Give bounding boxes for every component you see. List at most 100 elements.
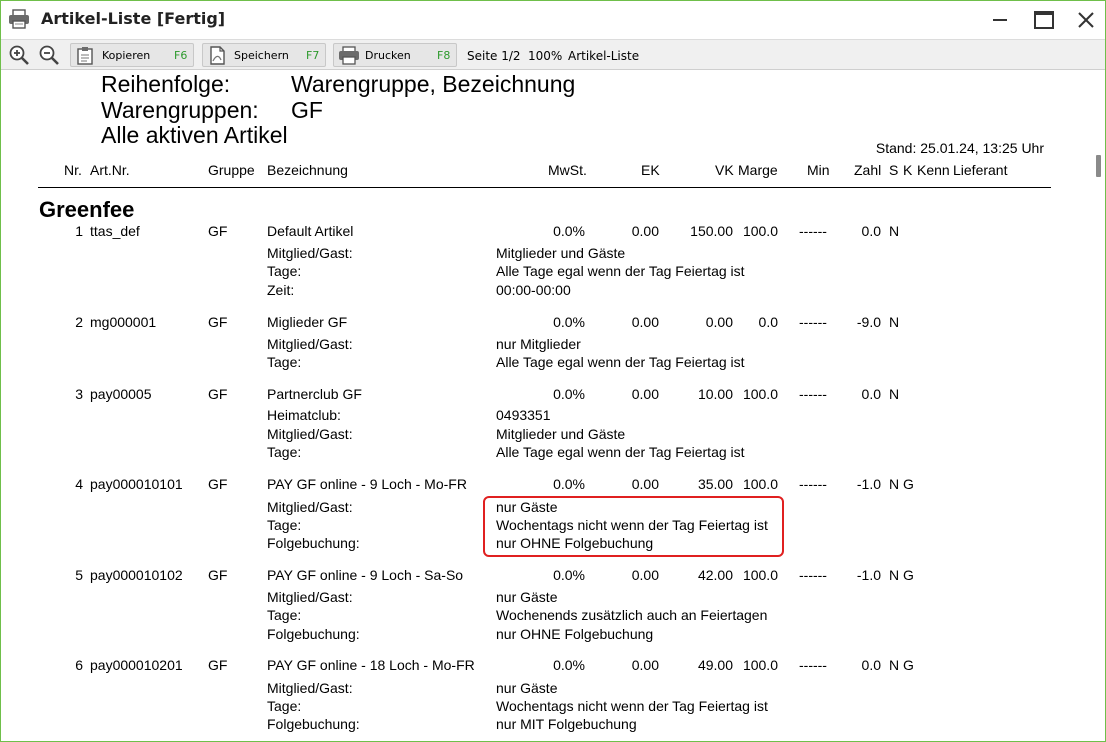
detail-value: Alle Tage egal wenn der Tag Feiertag ist xyxy=(496,263,745,279)
copy-shortcut: F6 xyxy=(174,49,188,62)
print-button[interactable]: Drucken F8 xyxy=(333,43,457,67)
toolbar: Kopieren F6 Speichern F7 Drucken F8 Seit… xyxy=(1,39,1105,70)
item-mwst: 0.0% xyxy=(553,223,585,239)
detail-value: nur Mitglieder xyxy=(496,336,581,352)
item-marge: 100.0 xyxy=(742,223,778,239)
item-gruppe: GF xyxy=(208,476,228,492)
item-gruppe: GF xyxy=(208,386,228,402)
save-shortcut: F7 xyxy=(306,49,320,62)
minimize-button[interactable] xyxy=(983,5,1017,35)
clipboard-icon xyxy=(75,46,95,65)
scrollbar-thumb[interactable] xyxy=(1096,155,1101,177)
item-vk: 0.00 xyxy=(705,314,733,330)
item-mwst: 0.0% xyxy=(553,386,585,402)
filter-text: Alle aktiven Artikel xyxy=(101,122,288,148)
item-zahl: -1.0 xyxy=(856,476,881,492)
item-s: N xyxy=(889,567,900,583)
printer-icon xyxy=(8,9,30,29)
item-zahl: -9.0 xyxy=(856,314,881,330)
detail-value: Mitglieder und Gäste xyxy=(496,245,626,261)
item-marge: 100.0 xyxy=(742,567,778,583)
item-marge: 100.0 xyxy=(742,657,778,673)
detail-label: Tage: xyxy=(267,354,302,370)
close-button[interactable] xyxy=(1069,5,1103,35)
col-ek: EK xyxy=(641,162,660,178)
save-button[interactable]: Speichern F7 xyxy=(202,43,326,67)
report-page: Reihenfolge: Warengruppe, Bezeichnung Wa… xyxy=(1,71,1105,741)
report-window: Artikel-Liste [Fertig] Kopieren F6 Speic… xyxy=(0,0,1106,742)
detail-value: nur Gäste xyxy=(496,589,558,605)
col-kenn: Kenn xyxy=(917,162,950,178)
item-nr: 1 xyxy=(75,223,83,239)
timestamp: Stand: 25.01.24, 13:25 Uhr xyxy=(875,140,1044,156)
col-marge: Marge xyxy=(738,162,778,178)
item-ek: 0.00 xyxy=(631,314,659,330)
col-bezeichnung: Bezeichnung xyxy=(267,162,348,178)
detail-label: Folgebuchung: xyxy=(267,535,360,551)
title-bar: Artikel-Liste [Fertig] xyxy=(1,1,1105,39)
col-lieferant: Lieferant xyxy=(953,162,1008,178)
col-artnr: Art.Nr. xyxy=(90,162,130,178)
item-vk: 49.00 xyxy=(697,657,733,673)
detail-label: Mitglied/Gast: xyxy=(267,589,353,605)
vertical-scrollbar[interactable] xyxy=(1093,71,1105,741)
col-min: Min xyxy=(807,162,830,178)
detail-value: Alle Tage egal wenn der Tag Feiertag ist xyxy=(496,354,745,370)
item-gruppe: GF xyxy=(208,567,228,583)
page-indicator: Seite 1/2 xyxy=(467,49,521,63)
groups-label: Warengruppen: xyxy=(101,97,259,123)
zoom-out-button[interactable] xyxy=(37,43,61,67)
item-s: N xyxy=(889,476,900,492)
item-zahl: -1.0 xyxy=(856,567,881,583)
detail-label: Mitglied/Gast: xyxy=(267,245,353,261)
item-vk: 150.00 xyxy=(690,223,733,239)
item-bezeichnung: PAY GF online - 18 Loch - Mo-FR xyxy=(267,657,475,673)
col-nr: Nr. xyxy=(64,162,82,178)
item-ek: 0.00 xyxy=(631,567,659,583)
zoom-level: 100% xyxy=(528,49,563,63)
item-s: N xyxy=(889,223,900,239)
item-min: ------ xyxy=(799,223,827,239)
detail-label: Tage: xyxy=(267,607,302,623)
item-nr: 4 xyxy=(75,476,83,492)
copy-button[interactable]: Kopieren F6 xyxy=(70,43,194,67)
order-value: Warengruppe, Bezeichnung xyxy=(291,71,576,97)
item-bezeichnung: Partnerclub GF xyxy=(267,386,362,402)
item-mwst: 0.0% xyxy=(553,657,585,673)
item-vk: 35.00 xyxy=(697,476,733,492)
detail-label: Tage: xyxy=(267,444,302,460)
item-min: ------ xyxy=(799,386,827,402)
item-zahl: 0.0 xyxy=(861,657,881,673)
item-min: ------ xyxy=(799,567,827,583)
zoom-in-button[interactable] xyxy=(7,43,31,67)
window-title: Artikel-Liste [Fertig] xyxy=(41,9,226,28)
item-bezeichnung: Default Artikel xyxy=(267,223,354,239)
item-ek: 0.00 xyxy=(631,476,659,492)
order-label: Reihenfolge: xyxy=(101,71,231,97)
detail-label: Folgebuchung: xyxy=(267,716,360,732)
detail-label: Heimatclub: xyxy=(267,407,341,423)
print-label: Drucken xyxy=(365,49,411,62)
item-ek: 0.00 xyxy=(631,386,659,402)
print-shortcut: F8 xyxy=(437,49,451,62)
item-k: G xyxy=(903,476,914,492)
report-name: Artikel-Liste xyxy=(568,49,640,63)
maximize-button[interactable] xyxy=(1027,5,1061,35)
item-gruppe: GF xyxy=(208,314,228,330)
detail-value: Alle Tage egal wenn der Tag Feiertag ist xyxy=(496,444,745,460)
item-ek: 0.00 xyxy=(631,223,659,239)
detail-label: Tage: xyxy=(267,698,302,714)
detail-value: Mitglieder und Gäste xyxy=(496,426,626,442)
item-marge: 100.0 xyxy=(742,386,778,402)
col-s: S xyxy=(889,162,899,178)
item-k: G xyxy=(903,567,914,583)
col-gruppe: Gruppe xyxy=(208,162,255,178)
col-k: K xyxy=(903,162,913,178)
detail-label: Mitglied/Gast: xyxy=(267,680,353,696)
item-artnr: pay000010102 xyxy=(90,567,183,583)
detail-value: 00:00-00:00 xyxy=(496,282,571,298)
group-title: Greenfee xyxy=(39,197,135,222)
item-nr: 3 xyxy=(75,386,83,402)
save-label: Speichern xyxy=(234,49,289,62)
item-nr: 2 xyxy=(75,314,83,330)
